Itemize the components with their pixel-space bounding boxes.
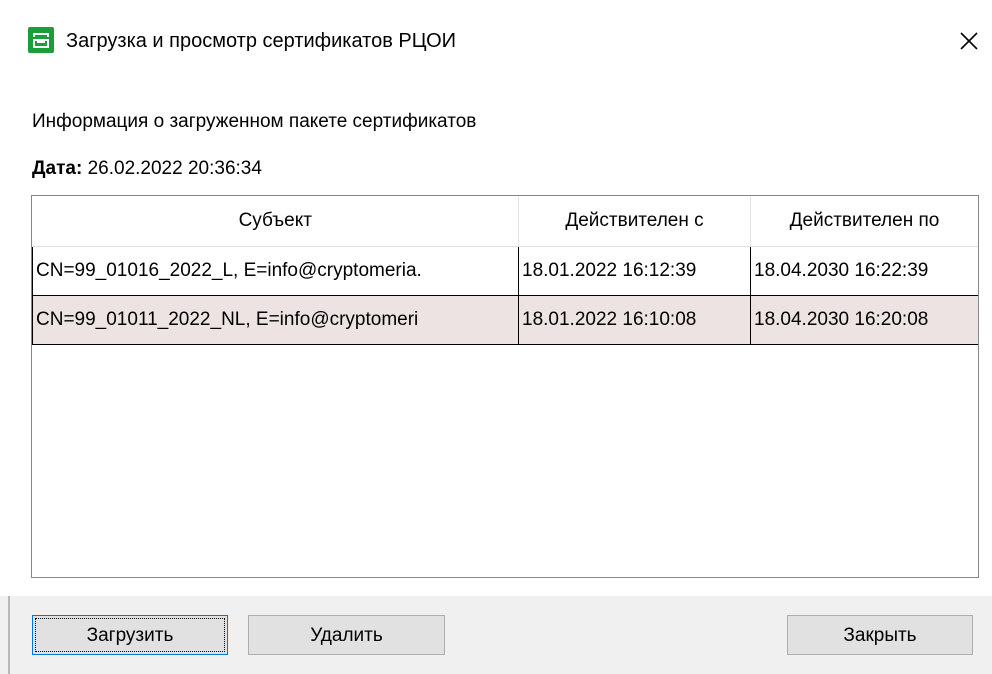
table-row[interactable]: CN=99_01011_2022_NL, E=info@cryptomeri 1… [32,295,978,345]
delete-button[interactable]: Удалить [248,615,445,655]
cell-valid-to: 18.04.2030 16:20:08 [750,295,978,345]
package-date: Дата: 26.02.2022 20:36:34 [32,156,262,182]
cell-subject: CN=99_01011_2022_NL, E=info@cryptomeri [32,295,519,345]
title-bar: Загрузка и просмотр сертификатов РЦОИ [0,0,992,86]
divider [8,596,10,674]
package-info-heading: Информация о загруженном пакете сертифик… [32,111,477,132]
table-header-row: Субъект Действителен с Действителен по [32,196,978,247]
cell-valid-from: 18.01.2022 16:10:08 [518,295,751,345]
certificates-table[interactable]: Субъект Действителен с Действителен по C… [31,195,979,578]
close-icon[interactable] [950,22,986,58]
close-button[interactable]: Закрыть [787,615,973,655]
load-button[interactable]: Загрузить [32,615,228,655]
cell-valid-from: 18.01.2022 16:12:39 [518,246,751,296]
column-header-subject[interactable]: Субъект [32,196,519,247]
certificate-dialog: Загрузка и просмотр сертификатов РЦОИ Ин… [0,0,992,674]
date-label: Дата: [32,158,83,179]
window-title: Загрузка и просмотр сертификатов РЦОИ [66,30,457,52]
cell-subject: CN=99_01016_2022_L, E=info@cryptomeria. [32,246,519,296]
table-row[interactable]: CN=99_01016_2022_L, E=info@cryptomeria. … [32,246,978,296]
column-header-valid-to[interactable]: Действителен по [750,196,978,247]
date-value: 26.02.2022 20:36:34 [87,158,262,179]
cell-valid-to: 18.04.2030 16:22:39 [750,246,978,296]
column-header-valid-from[interactable]: Действителен с [518,196,751,247]
archive-box-icon [28,27,54,53]
